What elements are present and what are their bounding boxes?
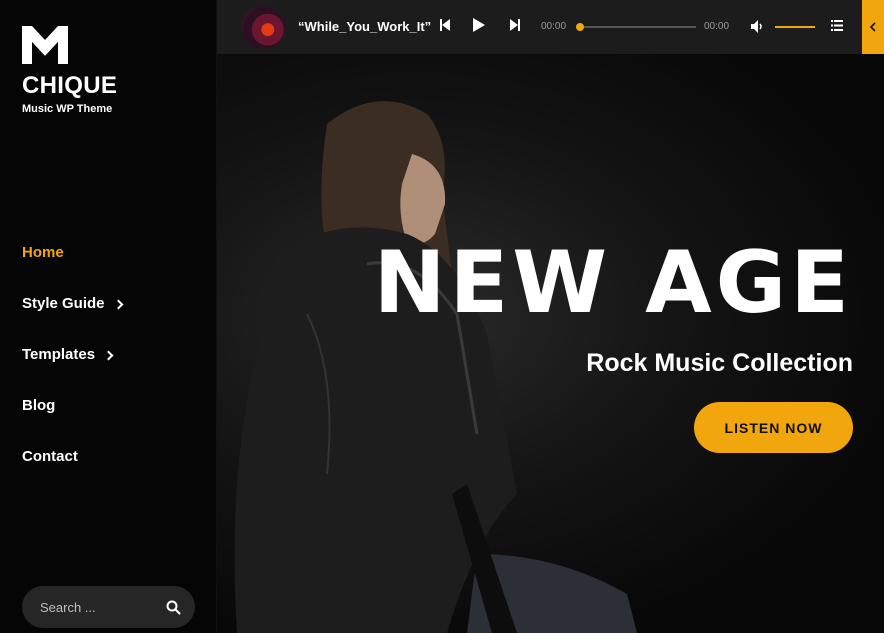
site-title[interactable]: CHIQUE [22, 72, 117, 100]
volume-icon[interactable] [751, 20, 764, 33]
duration-time: 00:00 [704, 21, 730, 32]
hero-subtitle: Rock Music Collection [586, 349, 853, 377]
album-art [242, 6, 285, 49]
listen-now-button[interactable]: LISTEN NOW [694, 402, 853, 453]
search-box [22, 586, 195, 628]
next-icon[interactable] [510, 19, 520, 31]
progress-handle[interactable] [576, 23, 584, 31]
logo-m-icon[interactable] [22, 26, 68, 64]
nav-item-templates[interactable]: Templates [22, 346, 122, 397]
chevron-right-icon [103, 350, 114, 361]
current-time: 00:00 [541, 21, 567, 32]
play-icon[interactable] [473, 18, 485, 32]
collapse-arrow-icon [870, 22, 876, 32]
playlist-toggle-button[interactable] [862, 0, 884, 54]
nav-item-style-guide[interactable]: Style Guide [22, 295, 123, 346]
audio-player: “While_You_Work_It” 00:00 00:00 [217, 0, 884, 54]
sidebar: CHIQUE Music WP Theme Home Style Guide T… [0, 0, 217, 633]
hero-title: NEW AGE [373, 233, 853, 333]
main-nav: Home Style Guide Templates Blog Contact [22, 244, 123, 499]
chevron-right-icon [113, 299, 123, 310]
search-icon[interactable] [166, 600, 181, 615]
nav-item-blog[interactable]: Blog [22, 397, 122, 448]
progress-bar[interactable] [576, 23, 696, 31]
track-title: “While_You_Work_It” [298, 19, 432, 34]
search-input[interactable] [40, 599, 166, 615]
nav-item-contact[interactable]: Contact [22, 448, 122, 499]
previous-icon[interactable] [440, 19, 450, 31]
nav-item-home[interactable]: Home [22, 244, 122, 295]
hero-photo [234, 101, 637, 633]
hero-section: NEW AGE Rock Music Collection LISTEN NOW [217, 54, 884, 633]
playlist-icon[interactable] [831, 20, 843, 31]
volume-slider[interactable] [775, 26, 815, 28]
site-tagline: Music WP Theme [22, 103, 113, 115]
